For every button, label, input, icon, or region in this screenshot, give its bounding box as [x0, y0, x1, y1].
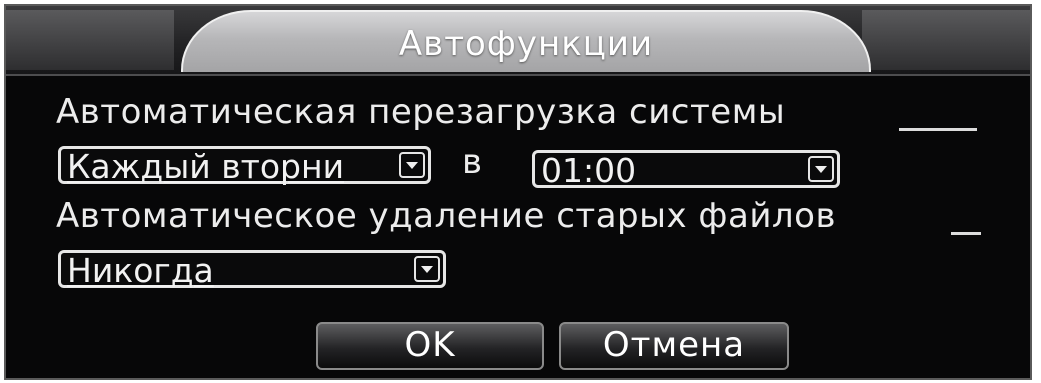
auto-functions-dialog: Автофункции Автоматическая перезагрузка … [4, 4, 1032, 380]
reboot-time-select[interactable]: 01:00 [532, 150, 840, 190]
at-time-label: в [462, 142, 483, 182]
reboot-day-value: Каждый вторни [67, 147, 345, 186]
chevron-down-icon [815, 166, 827, 173]
reboot-time-value: 01:00 [541, 151, 637, 190]
chevron-down-icon [421, 266, 433, 273]
title-tab: Автофункции [181, 10, 871, 72]
chevron-down-icon [406, 162, 418, 169]
screen: Автофункции Автоматическая перезагрузка … [0, 0, 1041, 383]
delete-files-dropdown-button[interactable] [414, 256, 440, 282]
delete-files-select[interactable]: Никогда [58, 250, 446, 290]
auto-reboot-label-tail [899, 128, 977, 131]
auto-reboot-label: Автоматическая перезагрузка системы [56, 92, 786, 132]
reboot-day-select[interactable]: Каждый вторни [58, 146, 431, 186]
reboot-time-dropdown-button[interactable] [808, 156, 834, 182]
ok-button[interactable]: OK [316, 322, 544, 370]
dialog-title: Автофункции [398, 24, 654, 64]
auto-delete-label: Автоматическое удаление старых файлов [56, 196, 836, 236]
delete-files-value: Никогда [67, 251, 214, 290]
cancel-button[interactable]: Отмена [559, 322, 789, 370]
auto-delete-label-tail [951, 232, 981, 235]
title-bar-left-corner [6, 10, 174, 70]
title-bar-right-corner [862, 10, 1030, 70]
reboot-day-dropdown-button[interactable] [399, 152, 425, 178]
title-bar: Автофункции [6, 6, 1030, 76]
